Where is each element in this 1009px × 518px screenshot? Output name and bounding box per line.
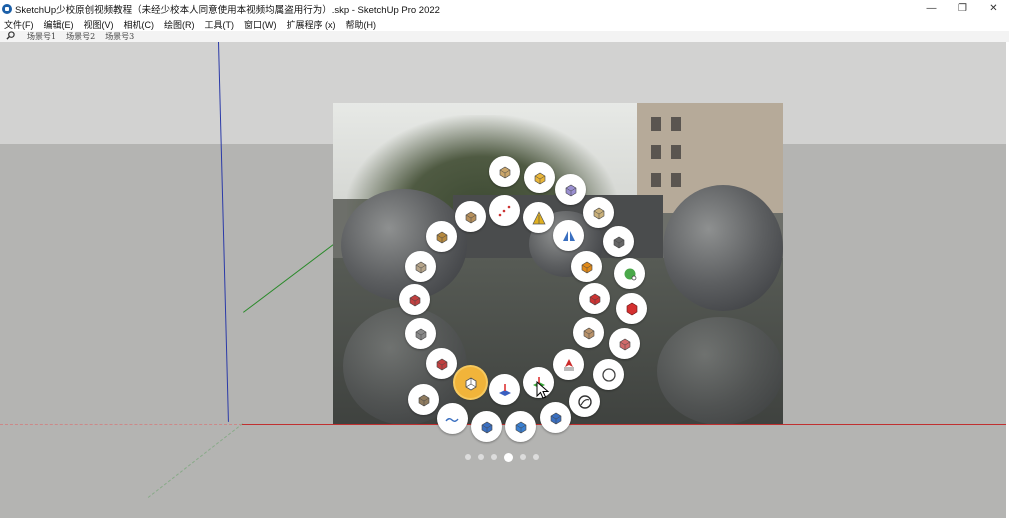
radial-tool-cube-grey-button[interactable] [405,318,436,349]
circle-icon [601,367,616,382]
mouse-cursor-icon [536,381,550,399]
radial-menu-pagination [465,452,539,462]
radial-tool-shape-bender-button[interactable] [489,156,520,187]
red-cube-icon [626,302,637,315]
radial-tool-z-shape-button[interactable] [455,201,486,232]
red-axis-negative [0,424,242,425]
radial-tool-yellow-cube-button[interactable] [524,162,555,193]
radial-tool-offset-button[interactable] [609,328,640,359]
menu-bar: 文件(F) 编辑(E) 视图(V) 相机(C) 绘图(R) 工具(T) 窗口(W… [0,17,1009,31]
arc-circle-icon [577,394,592,409]
minimize-button[interactable]: — [916,0,947,17]
radial-tool-arc-circle-button[interactable] [569,386,600,417]
red-arrow-up-icon [589,293,600,305]
menu-window[interactable]: 窗口(W) [244,18,277,31]
menu-view[interactable]: 视图(V) [84,18,114,31]
curve-icon [581,261,592,273]
red-axis [242,424,1006,425]
window-title: SketchUp少校原创视频教程（未经少校本人同意使用本视频均属盗用行为）.sk… [15,4,440,16]
blue-box-icon [550,412,561,424]
sketchup-app-icon [2,3,12,14]
move-red-icon [409,294,420,306]
radial-tool-red-arrow-up-button[interactable] [579,283,610,314]
bend-icon [436,231,447,243]
fold-cube-icon [593,207,604,219]
green-sphere-icon [624,268,636,280]
blue-cubes-icon [481,421,492,433]
menu-extensions[interactable]: 扩展程序 (x) [287,18,336,31]
scene-tab-2[interactable]: 场景号2 [66,31,95,42]
purple-solid-icon [565,184,576,196]
pagination-dot-5[interactable] [520,454,526,460]
pagination-dot-1[interactable] [465,454,471,460]
pagination-dot-2[interactable] [478,454,484,460]
radial-tool-move-red-button[interactable] [399,284,430,315]
radial-tool-twist-button[interactable] [405,251,436,282]
radial-tool-taper-button[interactable] [573,317,604,348]
maximize-button[interactable]: ❐ [947,0,978,17]
green-axis-negative [147,423,243,498]
shape-bender-icon [499,166,510,178]
taper-icon [583,327,594,339]
radial-tool-wave-button[interactable] [437,403,468,434]
close-button[interactable]: ✕ [978,0,1009,17]
radial-tool-red-cube-button[interactable] [616,293,647,324]
model-viewport[interactable] [0,42,1006,518]
photo-sphere-right [663,185,783,311]
scene-tabs-bar: 场景号1 场景号2 场景号3 [0,31,1009,42]
radial-tool-mirror-button[interactable] [553,220,584,251]
pagination-dot-4[interactable] [504,452,513,462]
window-controls: — ❐ ✕ [916,0,1009,17]
north-arrow-icon [563,358,574,371]
radial-tool-curve-button[interactable] [571,251,602,282]
title-bar: SketchUp少校原创视频教程（未经少校本人同意使用本视频均属盗用行为）.sk… [0,0,1009,17]
radial-tool-blue-box-button[interactable] [540,402,571,433]
yellow-cube-icon [534,172,545,184]
push-pull-icon [465,376,476,391]
triangle-icon [531,210,546,224]
menu-camera[interactable]: 相机(C) [124,18,155,31]
menu-edit[interactable]: 编辑(E) [44,18,74,31]
scene-tab-3[interactable]: 场景号3 [105,31,134,42]
pagination-dot-6[interactable] [533,454,539,460]
stack-icon [436,358,447,370]
menu-file[interactable]: 文件(F) [4,18,34,31]
radial-tool-bend-button[interactable] [426,221,457,252]
radial-tool-green-sphere-button[interactable] [614,258,645,289]
photo-sphere-right-reflection [657,317,783,425]
search-icon[interactable] [3,31,17,42]
radial-tool-north-arrow-button[interactable] [553,349,584,380]
radial-tool-stack-button[interactable] [426,348,457,379]
radial-tool-cube-outline-button[interactable] [603,226,634,257]
blue-plane-icon [498,383,511,396]
radial-tool-blue-cubes-small-button[interactable] [505,411,536,442]
menu-draw[interactable]: 绘图(R) [164,18,195,31]
radial-tool-push-pull-button[interactable] [455,367,486,398]
radial-tool-follow-button[interactable] [408,384,439,415]
wave-icon [444,417,459,422]
radial-tool-purple-solid-button[interactable] [555,174,586,205]
mirror-icon [562,230,575,241]
follow-icon [418,394,429,406]
cube-outline-icon [613,236,624,248]
scene-tab-1[interactable]: 场景号1 [27,31,56,42]
menu-help[interactable]: 帮助(H) [346,18,377,31]
menu-tools[interactable]: 工具(T) [205,18,235,31]
point-curve-icon [498,205,510,216]
blue-cubes-small-icon [515,421,526,433]
radial-tool-blue-plane-button[interactable] [489,374,520,405]
cube-grey-icon [415,328,426,340]
radial-tool-point-curve-button[interactable] [489,195,520,226]
radial-tool-blue-cubes-button[interactable] [471,411,502,442]
offset-icon [619,338,630,350]
pagination-dot-3[interactable] [491,454,497,460]
radial-tool-circle-button[interactable] [593,359,624,390]
twist-icon [415,261,426,273]
radial-tool-triangle-button[interactable] [523,202,554,233]
z-shape-icon [465,211,476,223]
radial-tool-fold-cube-button[interactable] [583,197,614,228]
